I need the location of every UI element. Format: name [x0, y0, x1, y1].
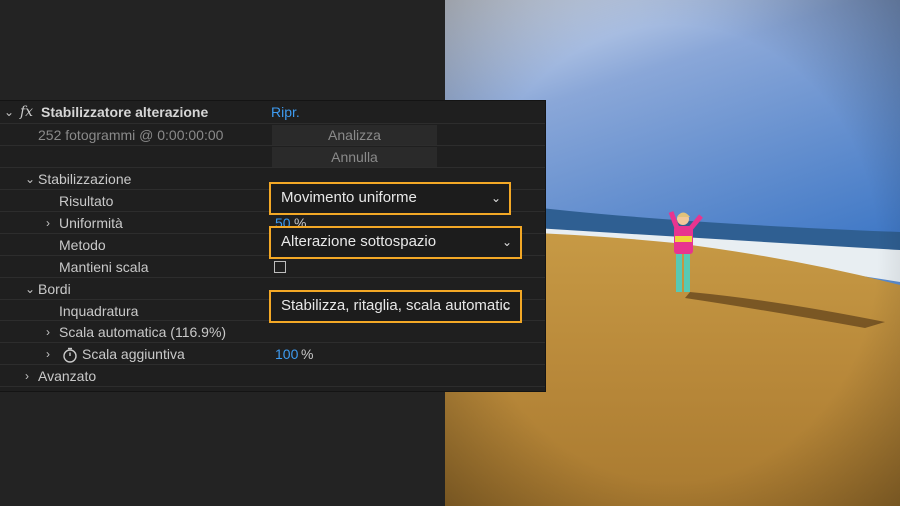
borders-label: Bordi — [38, 281, 71, 297]
chevron-right-icon[interactable]: › — [25, 367, 29, 385]
analysis-row: 252 fotogrammi @ 0:00:00:00 Analizza — [0, 124, 545, 146]
cancel-row: Annulla — [0, 146, 545, 168]
smoothness-label: Uniformità — [59, 215, 123, 231]
fx-icon[interactable]: fx — [20, 103, 33, 121]
cancel-button[interactable]: Annulla — [272, 147, 437, 167]
reset-link[interactable]: Ripr. — [271, 103, 300, 121]
result-dropdown-value: Movimento uniforme — [281, 189, 417, 206]
preserve-scale-label: Mantieni scala — [59, 259, 149, 275]
effect-header-row: ⌄ fx Stabilizzatore alterazione Ripr. — [0, 101, 545, 124]
analyze-button[interactable]: Analizza — [272, 125, 437, 145]
method-label: Metodo — [59, 237, 106, 253]
auto-scale-row: › Scala automatica (116.9%) — [0, 321, 545, 343]
chevron-down-icon[interactable]: ⌄ — [25, 280, 35, 298]
stabilization-label: Stabilizzazione — [38, 171, 132, 187]
effect-controls-panel: ⌄ fx Stabilizzatore alterazione Ripr. 25… — [0, 101, 545, 391]
dropdown-arrow-icon: ⌄ — [490, 191, 501, 205]
advanced-group-row: › Avanzato — [0, 365, 545, 387]
dropdown-arrow-icon: ⌄ — [501, 299, 512, 313]
framing-dropdown-value: Stabilizza, ritaglia, scala automatic — [281, 297, 511, 314]
preserve-scale-checkbox[interactable] — [274, 261, 286, 273]
framing-dropdown[interactable]: Stabilizza, ritaglia, scala automatic ⌄ — [269, 290, 522, 323]
dropdown-arrow-icon: ⌄ — [501, 235, 512, 249]
result-dropdown[interactable]: Movimento uniforme ⌄ — [269, 182, 511, 215]
method-dropdown[interactable]: Alterazione sottospazio ⌄ — [269, 226, 522, 259]
result-label: Risultato — [59, 193, 114, 209]
effect-name: Stabilizzatore alterazione — [41, 104, 209, 120]
chevron-right-icon[interactable]: › — [46, 323, 50, 341]
additional-scale-label: Scala aggiuntiva — [82, 346, 185, 362]
frames-info: 252 fotogrammi @ 0:00:00:00 — [38, 127, 224, 143]
chevron-down-icon[interactable]: ⌄ — [25, 170, 35, 188]
chevron-right-icon[interactable]: › — [46, 345, 50, 363]
advanced-label: Avanzato — [38, 368, 97, 384]
chevron-down-icon[interactable]: ⌄ — [4, 103, 14, 121]
method-dropdown-value: Alterazione sottospazio — [281, 233, 437, 250]
additional-scale-value[interactable]: 100 — [275, 345, 298, 363]
preserve-scale-row: Mantieni scala — [0, 256, 545, 278]
additional-scale-row: › Scala aggiuntiva 100 % — [0, 343, 545, 365]
additional-scale-unit: % — [301, 346, 314, 362]
framing-label: Inquadratura — [59, 303, 139, 319]
chevron-right-icon[interactable]: › — [46, 214, 50, 232]
auto-scale-label: Scala automatica (116.9%) — [59, 324, 227, 340]
